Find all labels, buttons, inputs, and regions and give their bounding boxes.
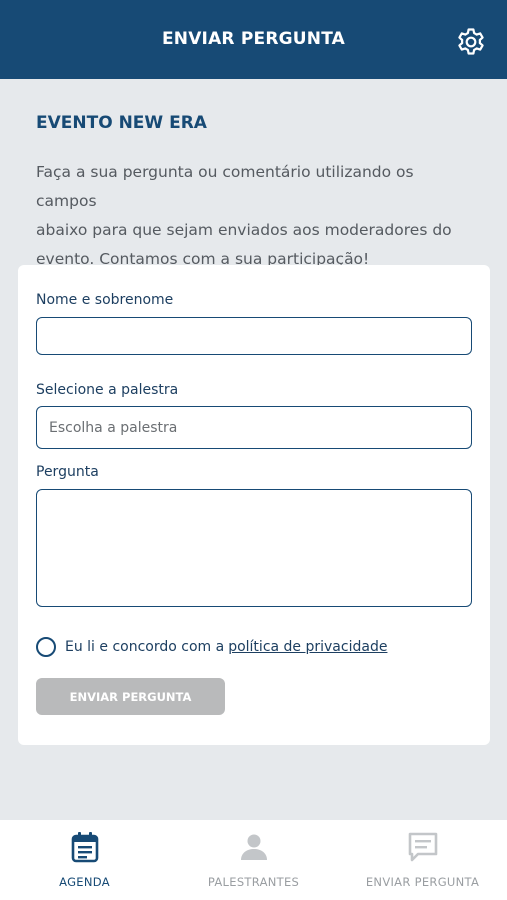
name-input[interactable] [36, 317, 472, 355]
agenda-icon [68, 830, 102, 864]
tab-palestrantes[interactable]: PALESTRANTES [169, 820, 338, 900]
question-form: Nome e sobrenome Selecione a palestra Es… [18, 265, 490, 745]
bottom-tab-bar: AGENDA PALESTRANTES ENVIAR PERGUNTA [0, 820, 507, 900]
tab-enviar-pergunta[interactable]: ENVIAR PERGUNTA [338, 820, 507, 900]
header-title: ENVIAR PERGUNTA [161, 28, 346, 49]
message-icon [406, 830, 440, 864]
tab-agenda[interactable]: AGENDA [0, 820, 169, 900]
intro-text: Faça a sua pergunta ou comentário utiliz… [36, 158, 476, 274]
talk-select-placeholder: Escolha a palestra [49, 419, 178, 436]
consent-text: Eu li e concordo com a [65, 639, 225, 655]
question-textarea[interactable] [36, 489, 472, 607]
submit-question-button[interactable]: ENVIAR PERGUNTA [36, 678, 225, 715]
intro-line: Faça a sua pergunta ou comentário utiliz… [36, 163, 414, 210]
consent-radio[interactable] [36, 637, 56, 657]
privacy-consent: Eu li e concordo com a política de priva… [36, 637, 387, 657]
tab-label: AGENDA [59, 875, 110, 889]
question-label: Pergunta [36, 464, 99, 480]
tab-label: ENVIAR PERGUNTA [365, 875, 480, 889]
talk-select[interactable]: Escolha a palestra [36, 406, 472, 449]
name-label: Nome e sobrenome [36, 292, 174, 308]
gear-icon[interactable] [455, 26, 487, 58]
tab-label: PALESTRANTES [207, 875, 300, 889]
person-icon [237, 830, 271, 864]
event-title: EVENTO NEW ERA [36, 113, 207, 133]
privacy-policy-link[interactable]: política de privacidade [228, 639, 387, 655]
talk-label: Selecione a palestra [36, 382, 179, 398]
app-header: ENVIAR PERGUNTA [0, 0, 507, 79]
intro-line: abaixo para que sejam enviados aos moder… [36, 221, 452, 239]
